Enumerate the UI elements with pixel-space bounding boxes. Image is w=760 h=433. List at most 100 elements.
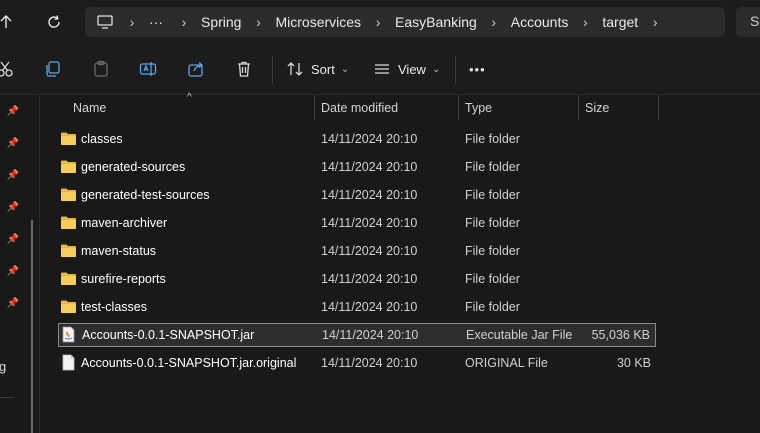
rename-icon[interactable] xyxy=(139,56,157,82)
share-icon[interactable] xyxy=(187,56,205,82)
up-arrow-icon[interactable] xyxy=(0,12,16,32)
file-type: File folder xyxy=(465,132,520,146)
jar-file-icon xyxy=(62,326,75,343)
folder-icon xyxy=(60,299,77,314)
column-divider[interactable] xyxy=(658,95,659,121)
folder-icon xyxy=(60,243,77,258)
file-size: 55,036 KB xyxy=(591,328,650,342)
file-date-modified: 14/11/2024 20:10 xyxy=(321,132,418,146)
file-date-modified: 14/11/2024 20:10 xyxy=(321,356,418,370)
folder-icon xyxy=(60,131,77,146)
file-row[interactable]: classes 14/11/2024 20:10 File folder xyxy=(58,127,656,151)
delete-icon[interactable] xyxy=(235,56,253,82)
search-input[interactable]: Se xyxy=(736,7,760,37)
column-header-date[interactable]: Date modified xyxy=(321,95,398,121)
navigation-pane: 📌 📌 📌 📌 📌 📌 📌 g xyxy=(0,95,40,433)
breadcrumb-spring[interactable]: Spring xyxy=(201,14,241,30)
paste-icon[interactable] xyxy=(92,56,110,82)
chevron-down-icon: ⌄ xyxy=(340,63,350,75)
file-date-modified: 14/11/2024 20:10 xyxy=(321,300,418,314)
chevron-right-icon[interactable]: › xyxy=(568,14,602,30)
file-name: Accounts-0.0.1-SNAPSHOT.jar.original xyxy=(81,356,297,370)
refresh-icon[interactable] xyxy=(44,12,64,32)
file-date-modified: 14/11/2024 20:10 xyxy=(321,188,418,202)
file-date-modified: 14/11/2024 20:10 xyxy=(321,160,418,174)
file-row[interactable]: Accounts-0.0.1-SNAPSHOT.jar 14/11/2024 20… xyxy=(58,323,656,347)
file-name: generated-sources xyxy=(81,160,186,174)
file-row[interactable]: Accounts-0.0.1-SNAPSHOT.jar.original 14/1… xyxy=(58,351,656,375)
file-name: test-classes xyxy=(81,300,147,314)
file-row[interactable]: generated-sources 14/11/2024 20:10 File fo… xyxy=(58,155,656,179)
cut-icon[interactable] xyxy=(0,56,14,82)
pin-icon[interactable]: 📌 xyxy=(6,265,20,279)
sort-button[interactable]: Sort ⌄ xyxy=(287,56,349,82)
file-name: surefire-reports xyxy=(81,272,166,286)
chevron-right-icon[interactable]: › xyxy=(361,14,395,30)
file-row[interactable]: generated-test-sources 14/11/2024 20:10 Fi… xyxy=(58,183,656,207)
file-row[interactable]: test-classes 14/11/2024 20:10 File folder xyxy=(58,295,656,319)
pin-icon[interactable]: 📌 xyxy=(6,105,20,119)
sort-label: Sort xyxy=(311,61,335,77)
column-divider[interactable] xyxy=(458,95,459,121)
breadcrumb-easybanking[interactable]: EasyBanking xyxy=(395,14,477,30)
file-type: File folder xyxy=(465,160,520,174)
column-header-name[interactable]: Name xyxy=(73,95,106,121)
more-options-button[interactable]: ••• xyxy=(469,56,486,82)
chevron-right-icon[interactable]: › xyxy=(167,14,201,30)
breadcrumb-target[interactable]: target xyxy=(602,14,638,30)
file-date-modified: 14/11/2024 20:10 xyxy=(321,272,418,286)
address-row: › ··· › Spring › Microservices › EasyBan… xyxy=(0,0,760,44)
file-type: ORIGINAL File xyxy=(465,356,548,370)
file-type: File folder xyxy=(465,216,520,230)
sidebar-item-label[interactable]: g xyxy=(0,359,6,374)
toolbar-divider xyxy=(272,56,273,84)
folder-icon xyxy=(60,271,77,286)
overflow-crumbs[interactable]: ··· xyxy=(149,14,167,30)
file-type: File folder xyxy=(465,244,520,258)
file-date-modified: 14/11/2024 20:10 xyxy=(321,244,418,258)
file-type: File folder xyxy=(465,272,520,286)
sort-ascending-icon: ^ xyxy=(187,92,192,103)
copy-icon[interactable] xyxy=(44,56,62,82)
pane-divider[interactable] xyxy=(39,95,40,433)
view-label: View xyxy=(398,61,426,77)
pin-icon[interactable]: 📌 xyxy=(6,201,20,215)
sort-icon xyxy=(287,62,303,76)
file-row[interactable]: maven-archiver 14/11/2024 20:10 File folde… xyxy=(58,211,656,235)
file-name: maven-archiver xyxy=(81,216,168,230)
file-type: File folder xyxy=(465,300,520,314)
column-header-type[interactable]: Type xyxy=(465,95,492,121)
pin-icon[interactable]: 📌 xyxy=(6,169,20,183)
file-name: classes xyxy=(81,132,123,146)
sidebar-divider xyxy=(0,397,14,398)
chevron-right-icon[interactable]: › xyxy=(241,14,275,30)
folder-icon xyxy=(60,187,77,202)
column-divider[interactable] xyxy=(314,95,315,121)
chevron-right-icon[interactable]: › xyxy=(115,14,149,30)
file-name: generated-test-sources xyxy=(81,188,210,202)
file-row[interactable]: surefire-reports 14/11/2024 20:10 File fol… xyxy=(58,267,656,291)
chevron-right-icon[interactable]: › xyxy=(477,14,511,30)
view-icon xyxy=(375,64,389,74)
file-type: Executable Jar File xyxy=(466,328,573,342)
breadcrumb-accounts[interactable]: Accounts xyxy=(511,14,569,30)
column-header-row: ^ Name Date modified Type Size xyxy=(42,92,760,121)
chevron-right-icon[interactable]: › xyxy=(638,14,672,30)
file-row[interactable]: maven-status 14/11/2024 20:10 File folder xyxy=(58,239,656,263)
file-date-modified: 14/11/2024 20:10 xyxy=(321,216,418,230)
file-date-modified: 14/11/2024 20:10 xyxy=(322,328,419,342)
column-header-size[interactable]: Size xyxy=(585,95,609,121)
column-divider[interactable] xyxy=(578,95,579,121)
file-size: 30 KB xyxy=(616,356,651,370)
address-bar[interactable]: › ··· › Spring › Microservices › EasyBan… xyxy=(85,7,725,37)
toolbar-divider xyxy=(455,56,456,84)
folder-icon xyxy=(60,159,77,174)
pin-icon[interactable]: 📌 xyxy=(6,233,20,247)
file-name: maven-status xyxy=(81,244,157,258)
pin-icon[interactable]: 📌 xyxy=(6,297,20,311)
view-button[interactable]: View ⌄ xyxy=(374,56,440,82)
pin-icon[interactable]: 📌 xyxy=(6,137,20,151)
folder-icon xyxy=(60,215,77,230)
sidebar-scrollbar[interactable] xyxy=(31,220,33,433)
breadcrumb-microservices[interactable]: Microservices xyxy=(275,14,361,30)
